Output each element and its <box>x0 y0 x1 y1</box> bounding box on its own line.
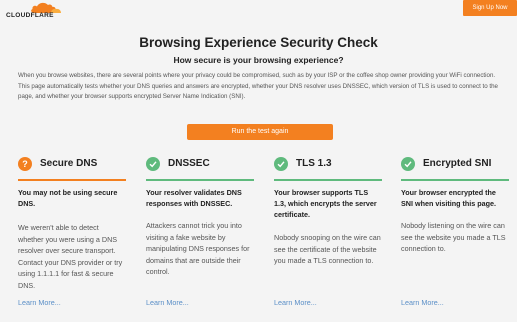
card-lead: Your browser encrypted the SNI when visi… <box>401 188 497 208</box>
card-lead: You may not be using secure DNS. <box>18 188 118 208</box>
card-title: DNSSEC <box>168 158 210 169</box>
card-secure-dns: ? Secure DNS You may not be using secure… <box>18 157 126 322</box>
learn-more-link[interactable]: Learn More... <box>18 298 61 307</box>
card-header: DNSSEC <box>146 157 254 172</box>
page-title: Browsing Experience Security Check <box>139 35 378 50</box>
card-header: Encrypted SNI <box>401 157 509 172</box>
status-divider <box>146 179 254 181</box>
card-lead: Your resolver validates DNS responses wi… <box>146 188 242 208</box>
card-body: We weren't able to detect whether you we… <box>18 223 123 290</box>
logo-wordmark: CLOUDFLARE <box>6 12 54 19</box>
page-subtitle: How secure is your browsing experience? <box>173 55 344 65</box>
cloudflare-logo[interactable]: CLOUDFLARE <box>5 1 65 21</box>
intro-paragraph: When you browse websites, there are seve… <box>18 72 498 101</box>
card-title: TLS 1.3 <box>296 158 332 169</box>
run-test-button[interactable]: Run the test again <box>187 124 333 140</box>
status-divider <box>18 179 126 181</box>
learn-more-link[interactable]: Learn More... <box>146 298 189 307</box>
check-icon <box>146 157 160 171</box>
card-encrypted-sni: Encrypted SNI Your browser encrypted the… <box>401 157 509 322</box>
check-icon <box>401 157 415 171</box>
card-tls-1-3: TLS 1.3 Your browser supports TLS 1.3, w… <box>274 157 382 322</box>
top-bar: CLOUDFLARE Sign Up Now <box>0 0 517 24</box>
status-divider <box>401 179 509 181</box>
card-title: Secure DNS <box>40 158 98 169</box>
status-divider <box>274 179 382 181</box>
question-icon: ? <box>18 157 32 171</box>
card-lead: Your browser supports TLS 1.3, which enc… <box>274 188 377 219</box>
card-title: Encrypted SNI <box>423 158 492 169</box>
card-header: ? Secure DNS <box>18 157 126 172</box>
card-body: Attackers cannot trick you into visiting… <box>146 221 250 276</box>
check-icon <box>274 157 288 171</box>
card-body: Nobody snooping on the wire can see the … <box>274 233 381 265</box>
card-header: TLS 1.3 <box>274 157 382 172</box>
learn-more-link[interactable]: Learn More... <box>401 298 444 307</box>
sign-up-button[interactable]: Sign Up Now <box>463 0 517 16</box>
card-body: Nobody listening on the wire can see the… <box>401 221 506 253</box>
learn-more-link[interactable]: Learn More... <box>274 298 317 307</box>
card-dnssec: DNSSEC Your resolver validates DNS respo… <box>146 157 254 322</box>
